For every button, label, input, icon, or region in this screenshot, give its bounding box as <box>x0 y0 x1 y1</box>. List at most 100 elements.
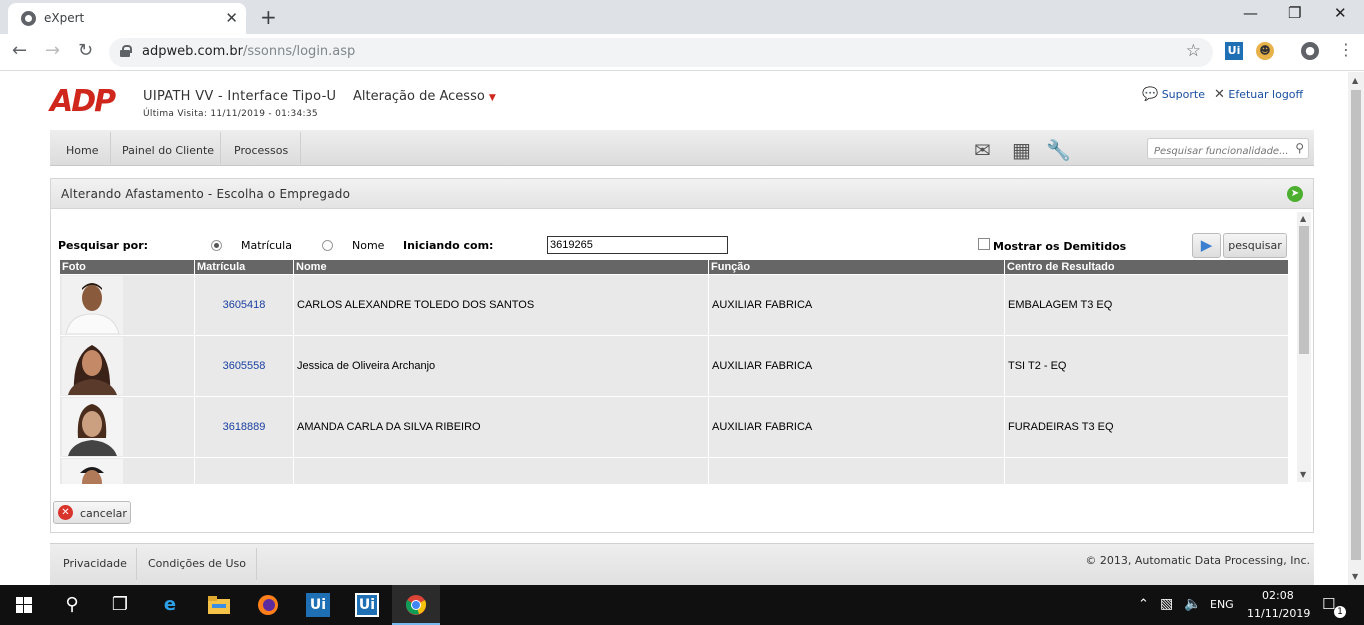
cancel-icon: ✕ <box>58 505 73 520</box>
terms-link[interactable]: Condições de Uso <box>148 557 246 570</box>
access-dropdown[interactable]: Alteração de Acesso ▼ <box>353 89 496 104</box>
col-funcao: Função <box>709 260 1005 274</box>
bookmark-star-icon[interactable]: ☆ <box>1186 41 1201 61</box>
chat-icon: 💬 <box>1142 87 1159 102</box>
photo-cell <box>60 458 195 484</box>
tray-chevron-icon[interactable]: ⌃ <box>1138 597 1149 612</box>
nav-home[interactable]: Home <box>66 144 98 157</box>
tab-title: eXpert <box>44 11 85 25</box>
nome-cell <box>294 458 709 484</box>
radio-nome[interactable] <box>322 240 333 251</box>
page-scroll-down-icon[interactable]: ▼ <box>1352 572 1358 581</box>
back-icon[interactable]: ← <box>12 40 27 61</box>
photo-cell <box>60 336 195 396</box>
app-title: UIPATH VV - Interface Tipo-U <box>143 89 337 104</box>
extension-avatar-icon[interactable]: ☻ <box>1256 42 1274 60</box>
nav-processos[interactable]: Processos <box>234 144 288 157</box>
language-indicator[interactable]: ENG <box>1210 598 1234 611</box>
funcao-cell <box>709 458 1005 484</box>
uipath-extension-icon[interactable]: Ui <box>1225 42 1243 60</box>
col-matricula: Matrícula <box>195 260 294 274</box>
footer-separator <box>136 548 137 580</box>
address-bar[interactable]: adpweb.com.br/ssonns/login.asp ☆ <box>109 38 1213 67</box>
forward-icon[interactable]: → <box>45 40 60 61</box>
search-icon[interactable]: ⚲ <box>48 585 96 625</box>
last-visit: Última Visita: 11/11/2019 - 01:34:35 <box>143 109 318 119</box>
results-scrollbar[interactable]: ▲ ▼ <box>1297 212 1311 482</box>
table-row[interactable]: 3618889 AMANDA CARLA DA SILVA RIBEIRO AU… <box>60 397 1288 458</box>
nome-cell: Jessica de Oliveira Archanjo <box>294 336 709 396</box>
privacy-link[interactable]: Privacidade <box>63 557 127 570</box>
browser-toolbar: ← → ↻ adpweb.com.br/ssonns/login.asp ☆ U… <box>0 34 1364 71</box>
restore-icon[interactable]: ❐ <box>1288 4 1301 22</box>
matricula-link[interactable]: 3605558 <box>195 336 294 396</box>
caret-down-icon: ▼ <box>488 93 496 103</box>
panel-title: Alterando Afastamento - Escolha o Empreg… <box>61 187 351 201</box>
panel-header: Alterando Afastamento - Escolha o Empreg… <box>51 179 1313 209</box>
copyright: © 2013, Automatic Data Processing, Inc. <box>1085 554 1310 567</box>
close-icon: ✕ <box>1214 87 1225 102</box>
starting-with-input[interactable] <box>547 236 728 254</box>
task-view-icon[interactable]: ❐ <box>96 585 144 625</box>
play-icon[interactable]: ▶ <box>1192 233 1221 258</box>
scroll-down-icon[interactable]: ▼ <box>1300 470 1306 479</box>
nav-separator <box>220 132 221 164</box>
uipath-studio-icon[interactable]: Ui <box>294 585 342 625</box>
close-window-icon[interactable]: ✕ <box>1334 4 1347 22</box>
nav-painel-cliente[interactable]: Painel do Cliente <box>122 144 214 157</box>
employee-photo <box>62 398 123 456</box>
page-scroll-thumb[interactable] <box>1351 90 1361 560</box>
search-icon[interactable]: ⚲ <box>1295 141 1304 155</box>
radio-matricula[interactable] <box>211 240 222 251</box>
go-arrow-icon[interactable]: ➤ <box>1287 186 1303 202</box>
mail-icon[interactable]: ✉ <box>974 138 991 162</box>
clock-time[interactable]: 02:08 <box>1262 589 1294 602</box>
matricula-link[interactable]: 3605418 <box>195 275 294 335</box>
lock-icon <box>120 45 132 57</box>
search-button[interactable]: pesquisar <box>1223 233 1287 258</box>
matricula-link[interactable]: 3618889 <box>195 397 294 457</box>
page-scroll-up-icon[interactable]: ▲ <box>1352 76 1358 85</box>
network-icon[interactable]: ▧ <box>1160 596 1173 612</box>
file-explorer-icon[interactable] <box>195 585 243 625</box>
edge-icon[interactable]: e <box>146 585 194 625</box>
table-row[interactable]: 3605418 CARLOS ALEXANDRE TOLEDO DOS SANT… <box>60 275 1288 336</box>
volume-icon[interactable]: 🔈 <box>1184 596 1201 612</box>
profile-icon[interactable]: ● <box>1301 42 1319 60</box>
funcao-cell: AUXILIAR FABRICA <box>709 336 1005 396</box>
windows-taskbar: ⚲ ❐ e Ui Ui ⌃ ▧ 🔈 ENG 02:08 11/11/2019 ☐… <box>0 585 1364 625</box>
table-row-partial[interactable] <box>60 458 1288 484</box>
firefox-icon[interactable] <box>244 585 292 625</box>
scroll-up-icon[interactable]: ▲ <box>1300 214 1306 223</box>
photo-cell <box>60 397 195 457</box>
clock-date[interactable]: 11/11/2019 <box>1247 607 1310 620</box>
radio-nome-label: Nome <box>352 239 385 252</box>
minimize-icon[interactable]: — <box>1243 4 1258 22</box>
starting-with-label: Iniciando com: <box>403 239 494 252</box>
notification-count: 1 <box>1334 606 1346 618</box>
show-dismissed-checkbox[interactable] <box>978 238 990 250</box>
show-dismissed-label: Mostrar os Demitidos <box>993 240 1127 253</box>
cancel-button[interactable]: ✕ cancelar <box>53 501 131 524</box>
table-header: Foto Matrícula Nome Função Centro de Res… <box>60 260 1288 274</box>
scroll-thumb[interactable] <box>1299 226 1309 354</box>
windows-start-icon[interactable] <box>0 585 48 625</box>
support-link[interactable]: 💬 Suporte <box>1142 87 1205 102</box>
menu-dots-icon[interactable]: ⋮ <box>1338 40 1354 59</box>
table-row[interactable]: 3605558 Jessica de Oliveira Archanjo AUX… <box>60 336 1288 397</box>
col-centro: Centro de Resultado <box>1007 261 1115 273</box>
page-scrollbar[interactable]: ▲ ▼ <box>1348 72 1364 585</box>
function-search-input[interactable] <box>1148 142 1288 161</box>
tab-close-button[interactable]: ✕ <box>225 9 238 27</box>
reload-icon[interactable]: ↻ <box>78 40 93 61</box>
nav-separator <box>110 132 111 164</box>
id-card-icon[interactable]: ▦ <box>1012 138 1031 162</box>
uipath-robot-icon[interactable]: Ui <box>343 585 391 625</box>
page-footer: Privacidade Condições de Uso © 2013, Aut… <box>50 543 1314 585</box>
chrome-icon[interactable] <box>392 585 440 625</box>
new-tab-button[interactable]: + <box>260 5 277 29</box>
browser-tab[interactable]: eXpert ✕ <box>8 3 246 34</box>
logoff-link[interactable]: ✕ Efetuar logoff <box>1214 87 1303 102</box>
wrench-icon[interactable]: 🔧 <box>1046 138 1071 162</box>
employee-photo <box>62 459 123 484</box>
